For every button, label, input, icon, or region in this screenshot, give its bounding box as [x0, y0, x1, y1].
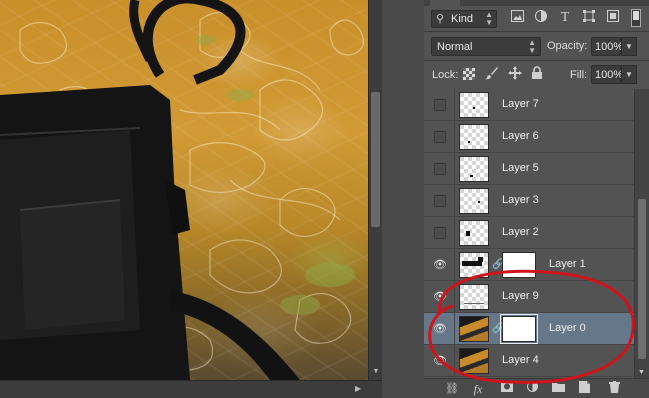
lock-transparent-pixels-icon[interactable]: [463, 68, 475, 80]
filter-kind-select[interactable]: ⚲ Kind ▲ ▼: [431, 10, 497, 28]
link-chain-icon[interactable]: 🔗: [492, 322, 504, 336]
layer-row[interactable]: Layer 5: [424, 153, 634, 185]
lock-label: Lock:: [432, 69, 459, 81]
layer-name[interactable]: Layer 5: [502, 162, 539, 174]
link-layers-icon[interactable]: ⛓: [444, 381, 460, 397]
layer-row[interactable]: Layer 2: [424, 217, 634, 249]
new-layer-icon[interactable]: [576, 381, 592, 397]
lock-position-move-icon[interactable]: [508, 66, 522, 82]
fill-dropdown-button[interactable]: ▼: [621, 65, 637, 84]
select-arrows-icon: ▲ ▼: [485, 10, 493, 27]
layer-name[interactable]: Layer 1: [549, 258, 586, 270]
canvas-scroll-thumb[interactable]: [371, 92, 380, 227]
layer-thumbnail[interactable]: [459, 316, 489, 342]
layers-scroll-thumb[interactable]: [638, 199, 646, 359]
divider: [424, 31, 649, 32]
fill-value: 100%: [595, 69, 624, 81]
new-group-folder-icon[interactable]: [550, 381, 566, 397]
layer-thumbnail[interactable]: [459, 252, 489, 278]
canvas-vertical-scrollbar[interactable]: ▼: [368, 0, 382, 380]
layer-row[interactable]: 👁 🔗 Layer 1: [424, 249, 634, 281]
layer-thumbnail[interactable]: [459, 188, 489, 214]
layer-name[interactable]: Layer 4: [502, 354, 539, 366]
layer-name[interactable]: Layer 3: [502, 194, 539, 206]
layers-scrollbar[interactable]: ▼: [634, 89, 649, 378]
visibility-toggle-off[interactable]: [434, 195, 446, 207]
layer-mask-thumbnail[interactable]: [502, 252, 536, 278]
lock-image-pixels-brush-icon[interactable]: [485, 66, 499, 82]
eye-icon[interactable]: 👁: [433, 354, 447, 368]
type-filter-icon[interactable]: T: [558, 10, 572, 26]
blend-mode-value: Normal: [437, 41, 473, 53]
opacity-dropdown-button[interactable]: ▼: [621, 37, 637, 56]
shape-filter-icon[interactable]: [582, 10, 596, 26]
add-mask-icon[interactable]: [499, 381, 515, 397]
layer-row[interactable]: 👁 Layer 4: [424, 345, 634, 377]
scroll-down-arrow-icon[interactable]: ▼: [638, 369, 645, 376]
opacity-value: 100%: [595, 41, 624, 53]
fx-layer-style-button[interactable]: fx: [470, 381, 486, 397]
filter-kind-label: Kind: [451, 13, 474, 25]
lock-all-padlock-icon[interactable]: [530, 66, 544, 82]
layer-name[interactable]: Layer 9: [502, 290, 539, 302]
layer-thumbnail[interactable]: [459, 156, 489, 182]
layer-thumbnail[interactable]: [459, 124, 489, 150]
layer-name[interactable]: Layer 0: [549, 322, 586, 334]
canvas-photo: [0, 0, 364, 380]
layer-thumbnail[interactable]: [459, 92, 489, 118]
document-canvas[interactable]: [0, 0, 368, 380]
layer-thumbnail[interactable]: [459, 348, 489, 374]
visibility-toggle-off[interactable]: [434, 163, 446, 175]
pixel-filter-icon[interactable]: [510, 10, 524, 26]
layer-row[interactable]: 👁 Layer 9: [424, 281, 634, 313]
fill-input[interactable]: 100%: [591, 65, 624, 84]
smart-object-filter-icon[interactable]: [606, 10, 620, 26]
visibility-toggle-off[interactable]: [434, 227, 446, 239]
layer-row-selected[interactable]: 👁 🔗 Layer 0: [424, 313, 634, 345]
eye-icon[interactable]: 👁: [433, 258, 447, 272]
link-chain-icon[interactable]: 🔗: [492, 258, 504, 272]
layers-panel: ⚲ Kind ▲ ▼ T Normal ▲ ▼ Opacity: 100% ▼ Lo…: [424, 0, 649, 398]
layer-name[interactable]: Layer 6: [502, 130, 539, 142]
layer-mask-thumbnail[interactable]: [500, 314, 538, 344]
opacity-label: Opacity:: [547, 40, 588, 52]
eye-icon[interactable]: 👁: [433, 322, 447, 336]
filter-toggle-switch[interactable]: [631, 9, 641, 27]
visibility-toggle-off[interactable]: [434, 131, 446, 143]
blend-mode-select[interactable]: Normal ▲ ▼: [431, 37, 541, 56]
adjustment-layer-icon[interactable]: [524, 381, 540, 397]
layer-list: Layer 7 Layer 6 Layer 5 Layer 3 Layer 2: [424, 89, 634, 378]
layer-row[interactable]: Layer 7: [424, 89, 634, 121]
search-icon: ⚲: [436, 13, 445, 25]
adjustment-filter-icon[interactable]: [534, 10, 548, 26]
panel-tab-strip: [424, 0, 649, 6]
layer-row[interactable]: Layer 6: [424, 121, 634, 153]
eye-icon[interactable]: 👁: [433, 290, 447, 304]
layer-name[interactable]: Layer 7: [502, 98, 539, 110]
scroll-down-arrow-icon[interactable]: ▼: [371, 368, 381, 376]
fill-label: Fill:: [570, 69, 588, 81]
opacity-input[interactable]: 100%: [591, 37, 624, 56]
layer-thumbnail[interactable]: [459, 284, 489, 310]
delete-layer-trash-icon[interactable]: [606, 381, 622, 397]
layer-name[interactable]: Layer 2: [502, 226, 539, 238]
layer-row[interactable]: Layer 3: [424, 185, 634, 217]
layers-bottom-toolbar: ⛓ fx: [424, 378, 649, 398]
divider: [424, 60, 649, 61]
visibility-toggle-off[interactable]: [434, 99, 446, 111]
panel-dock-gutter: [382, 0, 424, 398]
scroll-right-arrow-icon[interactable]: ▶: [355, 384, 361, 393]
select-arrows-icon: ▲ ▼: [528, 38, 536, 55]
layer-thumbnail[interactable]: [459, 220, 489, 246]
canvas-horizontal-scrollbar[interactable]: ▶: [0, 380, 382, 398]
